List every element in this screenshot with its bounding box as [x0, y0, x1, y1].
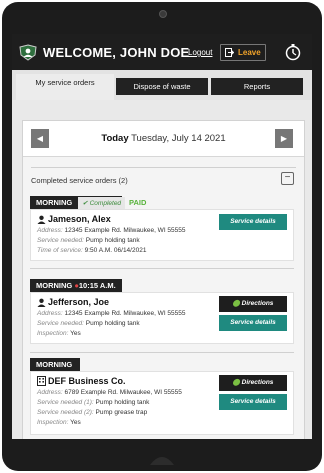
- completed-orders-label: Completed service orders (2): [31, 176, 128, 185]
- leave-button[interactable]: Leave: [220, 44, 266, 61]
- order-row: Address: 6789 Example Rd. Milwaukee, WI …: [37, 389, 182, 396]
- tab-my-service-orders[interactable]: My service orders: [16, 74, 114, 100]
- paid-label: PAID: [129, 198, 147, 207]
- person-icon: [37, 215, 46, 224]
- leave-label: Leave: [238, 48, 261, 57]
- order-row: Service needed (2): Pump grease trap: [37, 409, 148, 416]
- order-row: Inspection: Yes: [37, 330, 81, 337]
- person-icon: [37, 298, 46, 307]
- order-row: Address: 12345 Example Rd. Milwaukee, WI…: [37, 227, 186, 234]
- customer-name: Jameson, Alex: [48, 214, 111, 224]
- building-icon: [37, 376, 46, 386]
- service-details-button[interactable]: Service details: [219, 394, 287, 410]
- time-slot-badge: MORNING ✔ Completed: [30, 196, 126, 210]
- camera-dot: [159, 10, 167, 18]
- map-pin-icon: ⬤: [232, 300, 240, 307]
- divider: [30, 352, 294, 353]
- service-details-button[interactable]: Service details: [219, 315, 287, 331]
- slot-label: MORNING: [36, 198, 73, 207]
- time-slot-badge: MORNING: [30, 358, 80, 371]
- order-row: Time of service: 9:50 A.M. 06/14/2021: [37, 247, 147, 254]
- directions-button[interactable]: ⬤ Directions: [219, 296, 287, 312]
- app-screen: WELCOME, JOHN DOE Logout Leave My servic…: [12, 34, 312, 439]
- order-row: Inspection: Yes: [37, 419, 81, 426]
- tablet-frame: WELCOME, JOHN DOE Logout Leave My servic…: [2, 2, 322, 471]
- home-button-icon: [150, 457, 174, 465]
- collapse-toggle[interactable]: −: [281, 172, 294, 185]
- divider: [31, 167, 296, 168]
- order-card: DEF Business Co. Address: 6789 Example R…: [30, 371, 294, 435]
- time-slot-badge: MORNING ●10:15 A.M.: [30, 279, 122, 292]
- divider: [30, 268, 294, 269]
- top-bar: WELCOME, JOHN DOE Logout Leave: [12, 34, 312, 70]
- order-row: Service needed (1): Pump holding tank: [37, 399, 150, 406]
- today-label: Today: [101, 133, 129, 144]
- customer-name: Jefferson, Joe: [48, 297, 110, 307]
- tab-reports[interactable]: Reports: [211, 78, 303, 95]
- shield-logo-icon: [19, 44, 37, 61]
- map-pin-icon: ⬤: [232, 379, 240, 386]
- service-details-button[interactable]: Service details: [219, 214, 287, 230]
- order-card: Jefferson, Joe Address: 12345 Example Rd…: [30, 292, 294, 344]
- customer-name: DEF Business Co.: [48, 376, 126, 386]
- order-card: Jameson, Alex Address: 12345 Example Rd.…: [30, 209, 294, 261]
- stopwatch-icon[interactable]: [284, 43, 302, 61]
- directions-button[interactable]: ⬤ Directions: [219, 375, 287, 391]
- exit-icon: [225, 48, 234, 57]
- next-day-button[interactable]: ▶: [275, 129, 293, 148]
- order-row: Address: 12345 Example Rd. Milwaukee, WI…: [37, 310, 186, 317]
- date-title: Today Tuesday, July 14 2021: [23, 133, 304, 144]
- tab-dispose-of-waste[interactable]: Dispose of waste: [116, 78, 208, 95]
- logout-link[interactable]: Logout: [188, 48, 212, 57]
- order-row: Service needed: Pump holding tank: [37, 237, 140, 244]
- order-row: Service needed: Pump holding tank: [37, 320, 140, 327]
- welcome-title: WELCOME, JOHN DOE: [43, 45, 190, 60]
- date-text: Tuesday, July 14 2021: [131, 133, 226, 144]
- date-header: ◀ Today Tuesday, July 14 2021 ▶: [23, 121, 304, 157]
- nav-tabs: My service orders Dispose of waste Repor…: [12, 70, 312, 100]
